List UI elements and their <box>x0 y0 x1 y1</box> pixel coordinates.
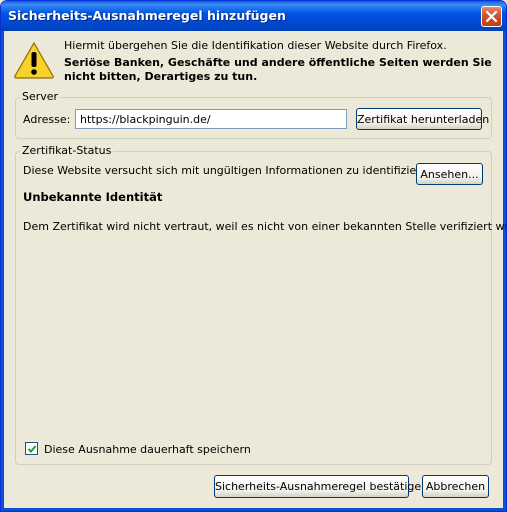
address-input[interactable] <box>75 109 347 129</box>
dialog-window: Sicherheits-Ausnahmeregel hinzufügen Hie… <box>0 0 507 512</box>
download-certificate-button[interactable]: Zertifikat herunterladen <box>356 108 489 130</box>
address-label: Adresse: <box>23 113 71 126</box>
download-certificate-label: Zertifikat herunterladen <box>357 112 490 126</box>
window-frame-right <box>503 31 506 511</box>
view-certificate-label: Ansehen... <box>420 167 479 181</box>
certificate-status-message: Diese Website versucht sich mit ungültig… <box>23 164 438 177</box>
window-frame-left <box>1 31 4 511</box>
confirm-exception-label: Sicherheits-Ausnahmeregel bestätigen <box>215 480 429 493</box>
certificate-status-legend: Zertifikat-Status <box>20 144 114 157</box>
cancel-label: Abbrechen <box>425 480 486 493</box>
warning-icon <box>14 41 54 79</box>
confirm-exception-button[interactable]: Sicherheits-Ausnahmeregel bestätigen <box>214 475 428 498</box>
server-legend: Server <box>20 90 61 103</box>
certificate-detail: Dem Zertifikat wird nicht vertraut, weil… <box>23 220 507 233</box>
close-button[interactable] <box>481 6 502 27</box>
view-certificate-button[interactable]: Ansehen... <box>416 163 483 185</box>
cancel-button[interactable]: Abbrechen <box>422 475 489 498</box>
check-icon <box>27 445 37 453</box>
window-title: Sicherheits-Ausnahmeregel hinzufügen <box>8 8 286 23</box>
warning-text: Seriöse Banken, Geschäfte und andere öff… <box>64 56 492 83</box>
identity-heading: Unbekannte Identität <box>23 190 163 204</box>
intro-text: Hiermit übergehen Sie die Identifikation… <box>64 39 447 52</box>
close-icon <box>486 11 497 22</box>
window-frame-bottom <box>1 508 506 511</box>
title-bar[interactable]: Sicherheits-Ausnahmeregel hinzufügen <box>1 1 506 31</box>
permanent-checkbox[interactable] <box>25 442 38 455</box>
permanent-checkbox-label[interactable]: Diese Ausnahme dauerhaft speichern <box>44 443 251 456</box>
